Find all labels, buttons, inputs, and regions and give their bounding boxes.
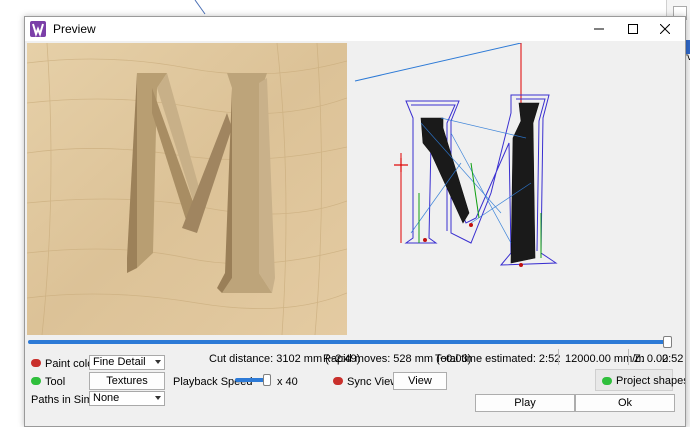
carveco-logo-icon — [30, 21, 46, 37]
divider — [558, 349, 559, 365]
maximize-button[interactable] — [617, 17, 649, 41]
wood-carving-render — [27, 43, 347, 335]
project-shapes-toggle[interactable] — [602, 377, 612, 385]
render-preview[interactable] — [27, 43, 347, 335]
simulation-progress-thumb[interactable] — [663, 336, 672, 348]
paint-colors-select[interactable]: Fine Detail — [89, 355, 165, 370]
playback-speed-thumb[interactable] — [263, 374, 271, 386]
close-button[interactable] — [649, 17, 681, 41]
window-title: Preview — [53, 22, 96, 36]
time-readout: 2:52 — [662, 353, 684, 365]
view-button[interactable]: View — [393, 372, 447, 390]
project-shapes-box[interactable]: Project shapes — [595, 369, 685, 391]
textures-button[interactable]: Textures — [89, 372, 165, 390]
paths-in-sim-select[interactable]: None — [89, 391, 165, 406]
minimize-button[interactable] — [583, 17, 615, 41]
preview-window: Preview Paint colors Fine Detail Tool Te… — [24, 16, 686, 427]
divider — [628, 349, 629, 365]
maximize-icon — [628, 24, 638, 34]
paint-colors-toggle[interactable] — [31, 359, 41, 367]
chevron-down-icon — [155, 396, 161, 400]
paint-colors-value: Fine Detail — [93, 356, 146, 368]
tool-label: Tool — [45, 376, 66, 388]
play-button[interactable]: Play — [475, 394, 575, 412]
close-icon — [660, 24, 670, 34]
minimize-icon — [594, 28, 604, 30]
feed-rate-text: 12000.00 mm/m — [565, 353, 645, 365]
sync-views-toggle[interactable] — [333, 377, 343, 385]
title-bar: Preview — [25, 17, 685, 41]
toolpath-wireframe — [354, 43, 558, 267]
simulation-progress-track[interactable] — [28, 340, 670, 344]
paths-in-sim-label: Paths in Sim: — [31, 394, 96, 406]
playback-speed-value: x 40 — [277, 376, 298, 388]
ok-button[interactable]: Ok — [575, 394, 675, 412]
total-time-text: Total time estimated: 2:52 — [435, 353, 561, 365]
tool-toggle[interactable] — [31, 377, 41, 385]
toolpath-view[interactable] — [351, 43, 671, 335]
paths-in-sim-value: None — [93, 392, 120, 404]
project-shapes-label: Project shapes — [616, 375, 686, 387]
chevron-down-icon — [155, 360, 161, 364]
